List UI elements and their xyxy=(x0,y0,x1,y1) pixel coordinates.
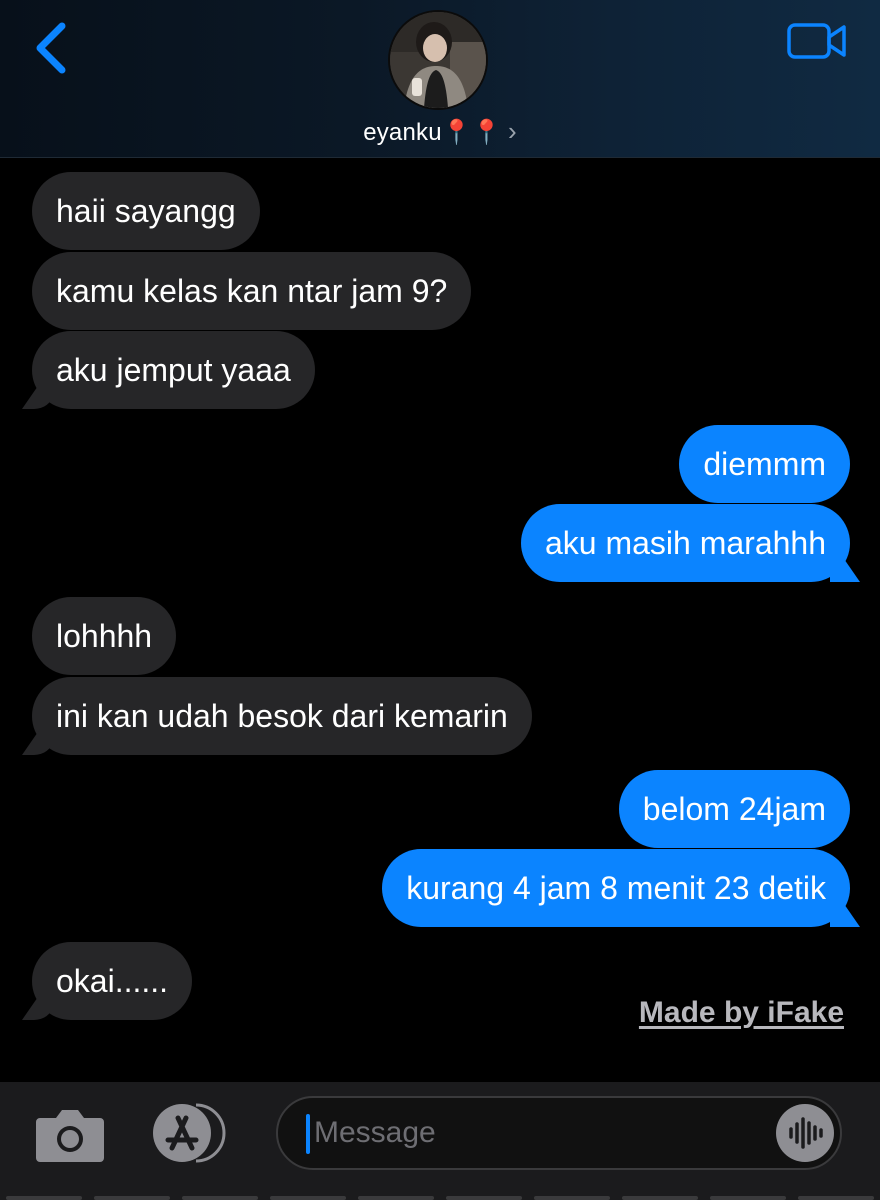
message-composer-bar: Message xyxy=(0,1082,880,1200)
outgoing-message-bubble[interactable]: diemmm xyxy=(679,425,850,503)
outgoing-message-bubble[interactable]: kurang 4 jam 8 menit 23 detik xyxy=(382,849,850,927)
incoming-message-bubble[interactable]: kamu kelas kan ntar jam 9? xyxy=(32,252,472,330)
contact-avatar[interactable] xyxy=(390,12,486,108)
app-store-icon xyxy=(153,1103,226,1163)
contact-name: eyanku📍📍 xyxy=(363,119,502,146)
outgoing-message-bubble[interactable]: belom 24jam xyxy=(618,770,850,848)
incoming-message-bubble[interactable]: lohhhh xyxy=(32,597,177,675)
chevron-left-icon xyxy=(36,22,66,74)
outgoing-message-bubble[interactable]: aku masih marahhh xyxy=(520,504,850,582)
watermark-text: Made by iFake xyxy=(638,996,844,1029)
keyboard-edge xyxy=(0,1196,880,1200)
message-input[interactable]: Message xyxy=(276,1096,842,1170)
video-camera-icon xyxy=(787,23,846,59)
back-button[interactable] xyxy=(30,18,80,78)
audio-waveform-icon xyxy=(789,1117,823,1149)
incoming-message-bubble[interactable]: haii sayangg xyxy=(32,172,260,250)
conversation-header: eyanku📍📍 › xyxy=(0,0,880,158)
chevron-right-icon: › xyxy=(507,116,517,146)
avatar-photo xyxy=(390,12,486,108)
incoming-message-bubble[interactable]: ini kan udah besok dari kemarin xyxy=(32,677,532,755)
contact-name-button[interactable]: eyanku📍📍 › xyxy=(0,116,880,147)
camera-button[interactable] xyxy=(34,1102,106,1164)
audio-message-button[interactable] xyxy=(776,1104,834,1162)
camera-icon xyxy=(36,1110,104,1162)
message-placeholder: Message xyxy=(314,1116,436,1149)
text-cursor xyxy=(306,1114,310,1154)
incoming-message-bubble[interactable]: okai...... xyxy=(32,942,193,1020)
facetime-video-button[interactable] xyxy=(786,20,848,62)
incoming-message-bubble[interactable]: aku jemput yaaa xyxy=(32,331,315,409)
app-store-button[interactable] xyxy=(150,1100,234,1166)
